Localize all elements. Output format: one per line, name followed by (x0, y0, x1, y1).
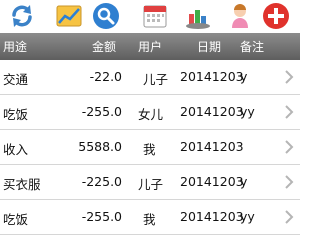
row-amount: -255.0 (81, 209, 122, 224)
search-icon[interactable] (92, 2, 120, 30)
table-row[interactable]: 吃饭 -255.0 女儿 20141203 yy (0, 95, 300, 130)
row-user: 我 (143, 142, 156, 157)
row-note: y (240, 174, 248, 189)
header-date: 日期 (197, 40, 222, 54)
row-usage: 交通 (3, 72, 29, 87)
toolbar (0, 0, 300, 33)
row-date: 20141203 (180, 69, 244, 84)
row-date: 20141203 (180, 209, 244, 224)
row-usage: 吃饭 (3, 212, 29, 227)
user-icon[interactable] (226, 2, 254, 30)
row-usage: 收入 (3, 142, 29, 157)
row-user: 儿子 (138, 177, 164, 192)
row-note: yy (240, 104, 255, 119)
row-note: yy (240, 209, 255, 224)
table-row[interactable]: 交通 -22.0 儿子 20141203 y (0, 60, 300, 95)
row-usage: 买衣服 (3, 177, 41, 192)
table-row[interactable]: 收入 5588.0 我 20141203 (0, 130, 300, 165)
header-user: 用户 (138, 40, 163, 54)
header-note: 备注 (240, 40, 265, 54)
row-user: 儿子 (143, 72, 169, 87)
calendar-icon[interactable] (141, 2, 169, 30)
table-row[interactable]: 买衣服 -225.0 儿子 20141203 y (0, 165, 300, 200)
chevron-right-icon (285, 175, 294, 189)
row-user: 女儿 (138, 107, 164, 122)
table-row[interactable]: 吃饭 -255.0 我 20141203 yy (0, 200, 300, 235)
row-date: 20141203 (180, 139, 244, 154)
row-amount: -255.0 (81, 104, 122, 119)
row-note: y (240, 69, 248, 84)
statistics-icon[interactable] (184, 2, 212, 30)
row-usage: 吃饭 (3, 107, 29, 122)
row-date: 20141203 (180, 174, 244, 189)
refresh-icon[interactable] (8, 2, 36, 30)
row-amount: 5588.0 (78, 139, 122, 154)
row-amount: -22.0 (89, 69, 122, 84)
row-amount: -225.0 (81, 174, 122, 189)
chevron-right-icon (285, 210, 294, 224)
row-user: 我 (143, 212, 156, 227)
chevron-right-icon (285, 105, 294, 119)
table-header: 用途 金额 用户 日期 备注 (0, 33, 300, 60)
chevron-right-icon (285, 70, 294, 84)
add-icon[interactable] (262, 2, 290, 30)
header-usage: 用途 (3, 40, 28, 54)
chevron-right-icon (285, 140, 294, 154)
row-date: 20141203 (180, 104, 244, 119)
chart-icon[interactable] (55, 2, 83, 30)
header-amount: 金额 (92, 40, 117, 54)
